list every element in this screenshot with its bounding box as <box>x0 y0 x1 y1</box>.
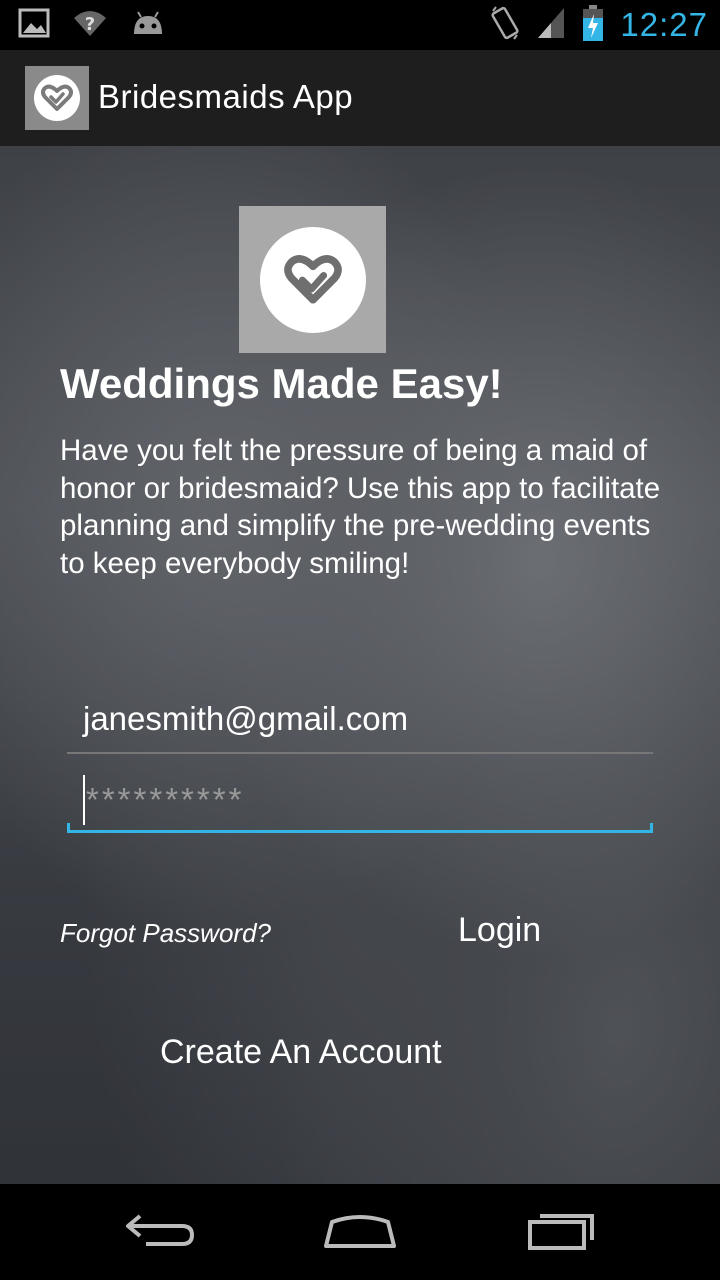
app-title: Bridesmaids App <box>98 78 354 115</box>
hero-logo <box>239 206 386 353</box>
text-cursor <box>83 775 85 825</box>
image-icon <box>18 8 50 42</box>
status-bar: ? 12:27 <box>0 0 720 50</box>
battery-charging-icon <box>582 4 604 46</box>
back-icon[interactable] <box>124 1208 196 1252</box>
create-account-button[interactable]: Create An Account <box>160 1033 442 1072</box>
system-icons: 12:27 <box>490 4 708 46</box>
intro-text: Have you felt the pressure of being a ma… <box>60 434 661 580</box>
login-button[interactable]: Login <box>458 911 541 950</box>
clock: 12:27 <box>620 6 708 43</box>
svg-text:?: ? <box>85 14 95 35</box>
email-value: janesmith@gmail.com <box>83 700 409 737</box>
hero-logo-circle <box>259 226 366 333</box>
forgot-password-link[interactable]: Forgot Password? <box>60 918 271 949</box>
android-icon <box>130 8 166 42</box>
vibrate-icon <box>490 5 520 45</box>
email-field[interactable]: janesmith@gmail.com <box>67 698 653 754</box>
heart-check-icon <box>283 254 342 304</box>
navigation-bar <box>0 1184 720 1280</box>
home-icon[interactable] <box>322 1208 398 1256</box>
app-logo[interactable] <box>25 66 89 130</box>
wifi-question-icon: ? <box>72 8 108 42</box>
notification-icons: ? <box>18 8 166 42</box>
password-field[interactable]: ********** <box>67 773 653 833</box>
signal-icon <box>536 6 566 44</box>
action-bar: Bridesmaids App <box>0 50 720 146</box>
heart-check-icon <box>34 75 80 121</box>
recents-icon[interactable] <box>526 1208 598 1256</box>
password-placeholder: ********** <box>86 781 245 818</box>
headline: Weddings Made Easy! <box>60 360 503 407</box>
login-screen: Weddings Made Easy! Have you felt the pr… <box>0 146 720 1184</box>
